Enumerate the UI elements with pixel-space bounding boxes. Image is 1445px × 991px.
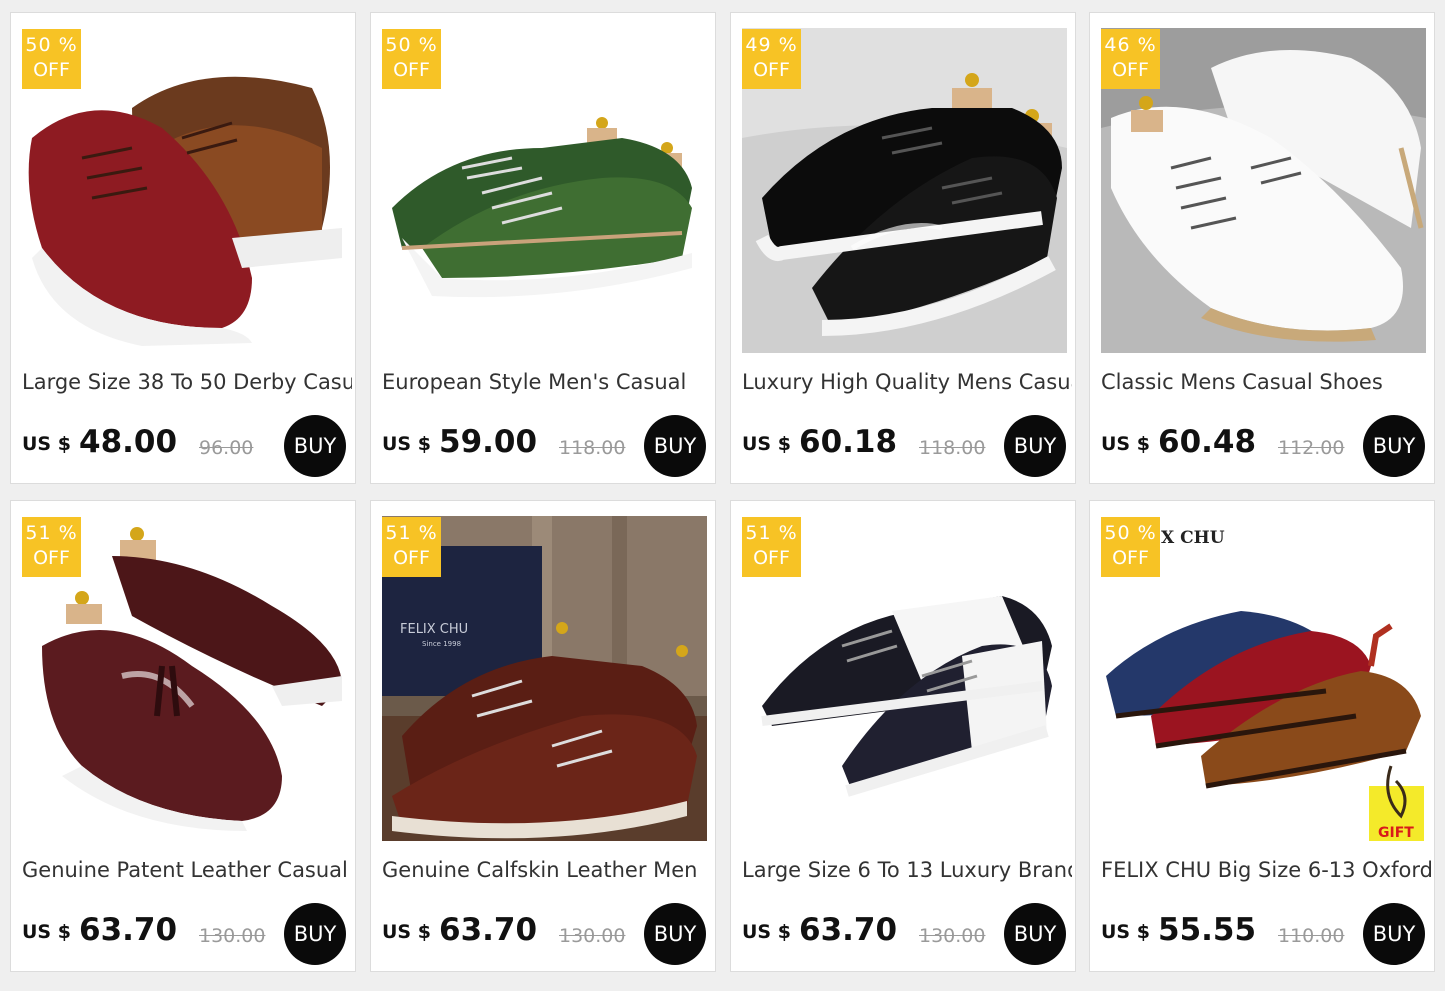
product-price: 63.70 bbox=[799, 912, 898, 948]
currency-label: US $ bbox=[742, 921, 791, 943]
product-price: 48.00 bbox=[79, 424, 178, 460]
product-card[interactable]: 51 % OFF Genuine Patent Leather Casual U… bbox=[10, 500, 356, 972]
buy-button[interactable]: BUY bbox=[1363, 415, 1425, 477]
brand-logo-text: X CHU bbox=[1161, 528, 1225, 548]
original-price: 118.00 bbox=[919, 437, 986, 459]
currency-label: US $ bbox=[382, 921, 431, 943]
product-price: 60.18 bbox=[799, 424, 898, 460]
buy-button[interactable]: BUY bbox=[644, 903, 706, 965]
currency-label: US $ bbox=[1101, 433, 1150, 455]
product-price: 60.48 bbox=[1158, 424, 1257, 460]
discount-badge: 46 % OFF bbox=[1101, 29, 1160, 89]
original-price: 96.00 bbox=[199, 437, 254, 459]
product-grid: 50 % OFF Large Size 38 To 50 Derby Casua… bbox=[0, 0, 1445, 991]
product-card[interactable]: X CHU GIFT 50 % OFF FELIX CHU Big Size 6… bbox=[1089, 500, 1435, 972]
product-title[interactable]: Large Size 6 To 13 Luxury Brand bbox=[742, 858, 1072, 882]
product-card[interactable]: 50 % OFF European Style Men's Casual US … bbox=[370, 12, 716, 484]
product-title[interactable]: Luxury High Quality Mens Casual bbox=[742, 370, 1072, 394]
currency-label: US $ bbox=[1101, 921, 1150, 943]
discount-off: OFF bbox=[753, 547, 790, 569]
discount-badge: 49 % OFF bbox=[742, 29, 801, 89]
original-price: 118.00 bbox=[559, 437, 626, 459]
buy-button[interactable]: BUY bbox=[284, 415, 346, 477]
original-price: 130.00 bbox=[919, 925, 986, 947]
discount-percent: 50 % bbox=[385, 34, 438, 56]
discount-percent: 51 % bbox=[745, 522, 798, 544]
discount-percent: 50 % bbox=[25, 34, 78, 56]
product-price: 63.70 bbox=[439, 912, 538, 948]
discount-percent: 49 % bbox=[745, 34, 798, 56]
discount-off: OFF bbox=[753, 59, 790, 81]
product-title[interactable]: Classic Mens Casual Shoes bbox=[1101, 370, 1431, 394]
discount-off: OFF bbox=[1112, 59, 1149, 81]
original-price: 130.00 bbox=[559, 925, 626, 947]
product-card[interactable]: 46 % OFF Classic Mens Casual Shoes US $ … bbox=[1089, 12, 1435, 484]
product-card[interactable]: 51 % OFF Large Size 6 To 13 Luxury Brand… bbox=[730, 500, 1076, 972]
discount-off: OFF bbox=[33, 59, 70, 81]
buy-button[interactable]: BUY bbox=[1004, 903, 1066, 965]
product-price: 55.55 bbox=[1158, 912, 1257, 948]
product-title[interactable]: Genuine Calfskin Leather Men bbox=[382, 858, 712, 882]
currency-label: US $ bbox=[22, 921, 71, 943]
currency-label: US $ bbox=[22, 433, 71, 455]
discount-badge: 51 % OFF bbox=[742, 517, 801, 577]
discount-off: OFF bbox=[393, 547, 430, 569]
buy-button[interactable]: BUY bbox=[1363, 903, 1425, 965]
product-title[interactable]: Large Size 38 To 50 Derby Casual bbox=[22, 370, 352, 394]
box-since-text: Since 1998 bbox=[422, 640, 461, 648]
currency-label: US $ bbox=[742, 433, 791, 455]
discount-badge: 50 % OFF bbox=[382, 29, 441, 89]
discount-badge: 50 % OFF bbox=[1101, 517, 1160, 577]
product-card[interactable]: FELIX CHU Since 1998 51 % OFF Genuine Ca… bbox=[370, 500, 716, 972]
product-title[interactable]: Genuine Patent Leather Casual bbox=[22, 858, 352, 882]
buy-button[interactable]: BUY bbox=[284, 903, 346, 965]
discount-percent: 50 % bbox=[1104, 522, 1157, 544]
discount-percent: 46 % bbox=[1104, 34, 1157, 56]
product-price: 59.00 bbox=[439, 424, 538, 460]
original-price: 130.00 bbox=[199, 925, 266, 947]
currency-label: US $ bbox=[382, 433, 431, 455]
buy-button[interactable]: BUY bbox=[644, 415, 706, 477]
product-title[interactable]: European Style Men's Casual bbox=[382, 370, 712, 394]
product-title[interactable]: FELIX CHU Big Size 6-13 Oxfords bbox=[1101, 858, 1431, 882]
discount-badge: 51 % OFF bbox=[382, 517, 441, 577]
product-card[interactable]: 50 % OFF Large Size 38 To 50 Derby Casua… bbox=[10, 12, 356, 484]
discount-percent: 51 % bbox=[25, 522, 78, 544]
product-card[interactable]: 49 % OFF Luxury High Quality Mens Casual… bbox=[730, 12, 1076, 484]
buy-button[interactable]: BUY bbox=[1004, 415, 1066, 477]
original-price: 112.00 bbox=[1278, 437, 1345, 459]
product-price: 63.70 bbox=[79, 912, 178, 948]
discount-off: OFF bbox=[1112, 547, 1149, 569]
discount-off: OFF bbox=[33, 547, 70, 569]
discount-badge: 50 % OFF bbox=[22, 29, 81, 89]
box-brand-text: FELIX CHU bbox=[400, 622, 468, 637]
gift-label: GIFT bbox=[1378, 825, 1414, 841]
original-price: 110.00 bbox=[1278, 925, 1345, 947]
discount-off: OFF bbox=[393, 59, 430, 81]
discount-percent: 51 % bbox=[385, 522, 438, 544]
discount-badge: 51 % OFF bbox=[22, 517, 81, 577]
